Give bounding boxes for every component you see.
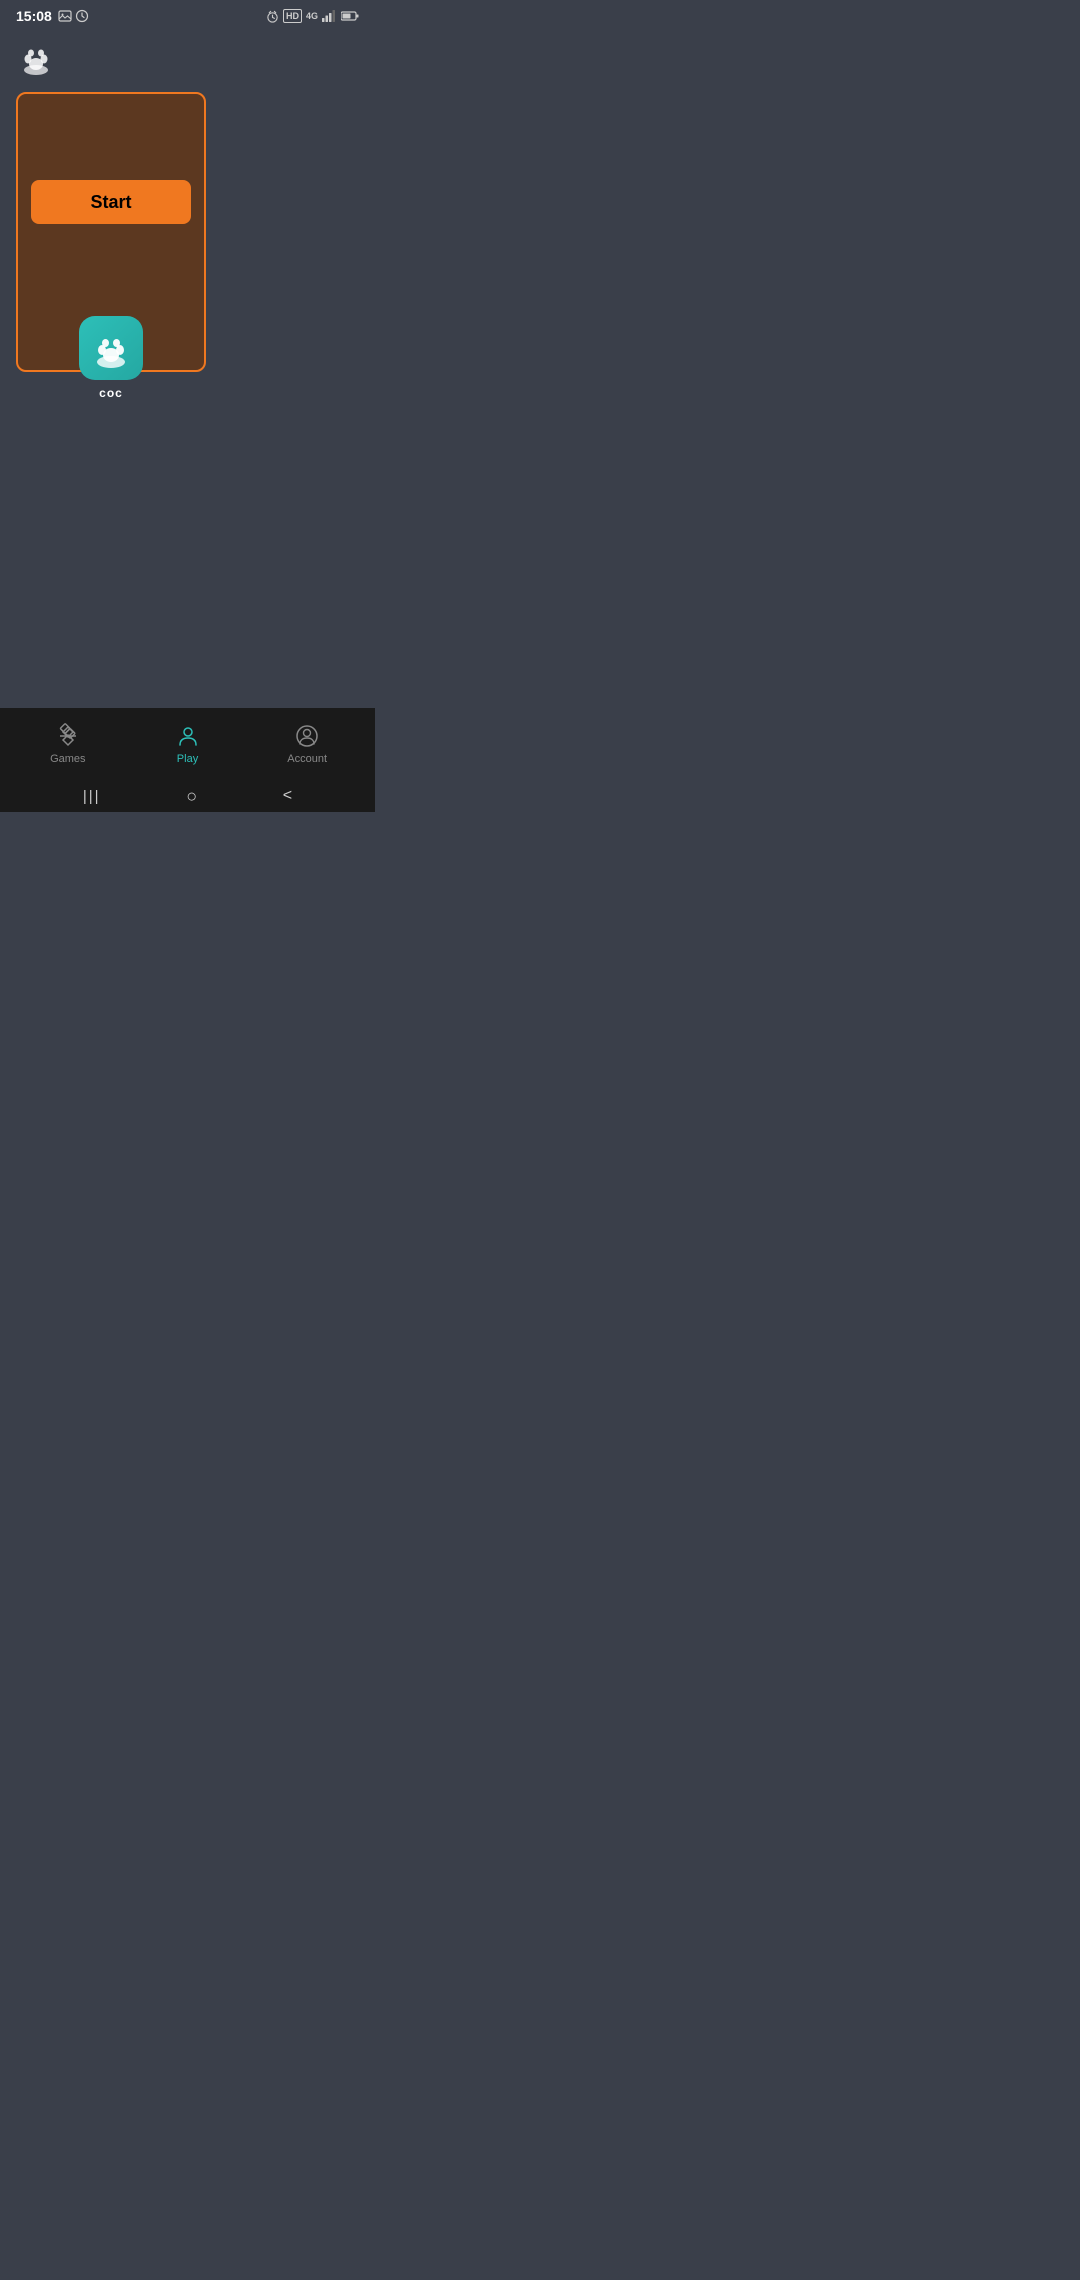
system-nav-bar: ||| ○ < — [0, 780, 375, 812]
app-icon-wrapper[interactable]: coc — [79, 316, 143, 400]
recent-apps-button[interactable]: ||| — [83, 788, 101, 805]
nav-label-play: Play — [177, 753, 198, 765]
4g-label: 4G — [306, 11, 318, 21]
app-label: coc — [99, 386, 123, 400]
home-button[interactable]: ○ — [186, 786, 197, 807]
nav-label-account: Account — [287, 753, 327, 765]
account-icon — [294, 723, 320, 749]
back-button[interactable]: < — [283, 787, 292, 805]
nav-label-games: Games — [50, 753, 85, 765]
app-icon[interactable] — [79, 316, 143, 380]
nav-item-account[interactable]: Account — [247, 723, 367, 765]
signal-icon — [322, 10, 337, 22]
nav-item-play[interactable]: Play — [128, 723, 248, 765]
bottom-nav: Games Play Account — [0, 708, 375, 780]
nav-item-games[interactable]: Games — [8, 723, 128, 765]
status-icons-left — [58, 9, 89, 23]
alarm-icon — [266, 10, 279, 23]
status-bar: 15:08 HD 4G — [0, 0, 375, 28]
game-card: Start coc — [16, 92, 206, 372]
status-right: HD 4G — [266, 9, 359, 23]
battery-icon — [341, 11, 359, 21]
hd-label: HD — [283, 9, 302, 23]
games-icon — [55, 723, 81, 749]
status-left: 15:08 — [16, 8, 89, 24]
header-paw-cloud-icon — [16, 36, 56, 76]
clock-status-icon — [75, 9, 89, 23]
start-button[interactable]: Start — [31, 180, 191, 224]
main-content: Start coc — [0, 84, 375, 708]
image-status-icon — [58, 9, 72, 23]
play-icon — [175, 723, 201, 749]
status-time: 15:08 — [16, 8, 52, 24]
app-header — [0, 28, 375, 84]
